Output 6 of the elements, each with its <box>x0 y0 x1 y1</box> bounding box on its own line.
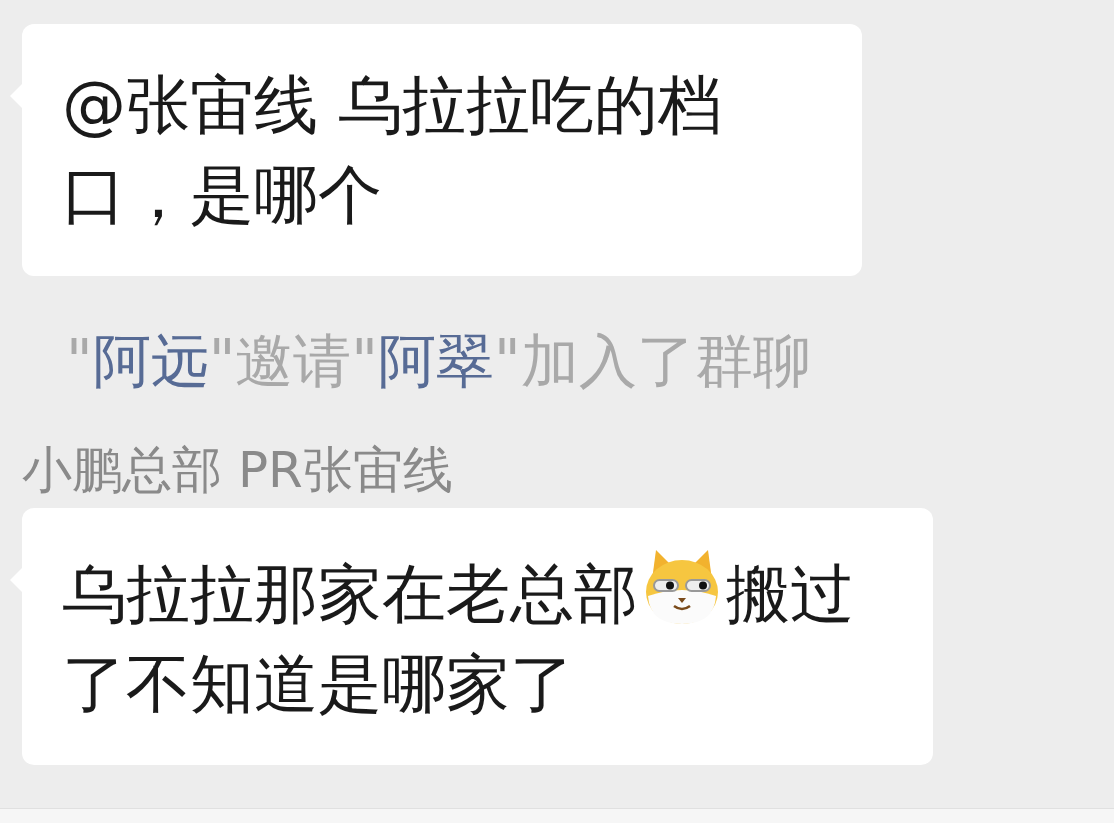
system-notice: "阿远"邀请"阿翠"加入了群聊 <box>66 326 811 396</box>
member-name-link[interactable]: 阿远 <box>92 327 209 395</box>
message-bubble: @张宙线 乌拉拉吃的档口，是哪个 <box>22 24 862 276</box>
message-bubble: 乌拉拉那家在老总部 搬过了不知道是哪家了 <box>22 508 933 765</box>
member-name-link[interactable]: 阿翠 <box>378 327 495 395</box>
sender-name: 小鹏总部 PR张宙线 <box>22 440 454 500</box>
